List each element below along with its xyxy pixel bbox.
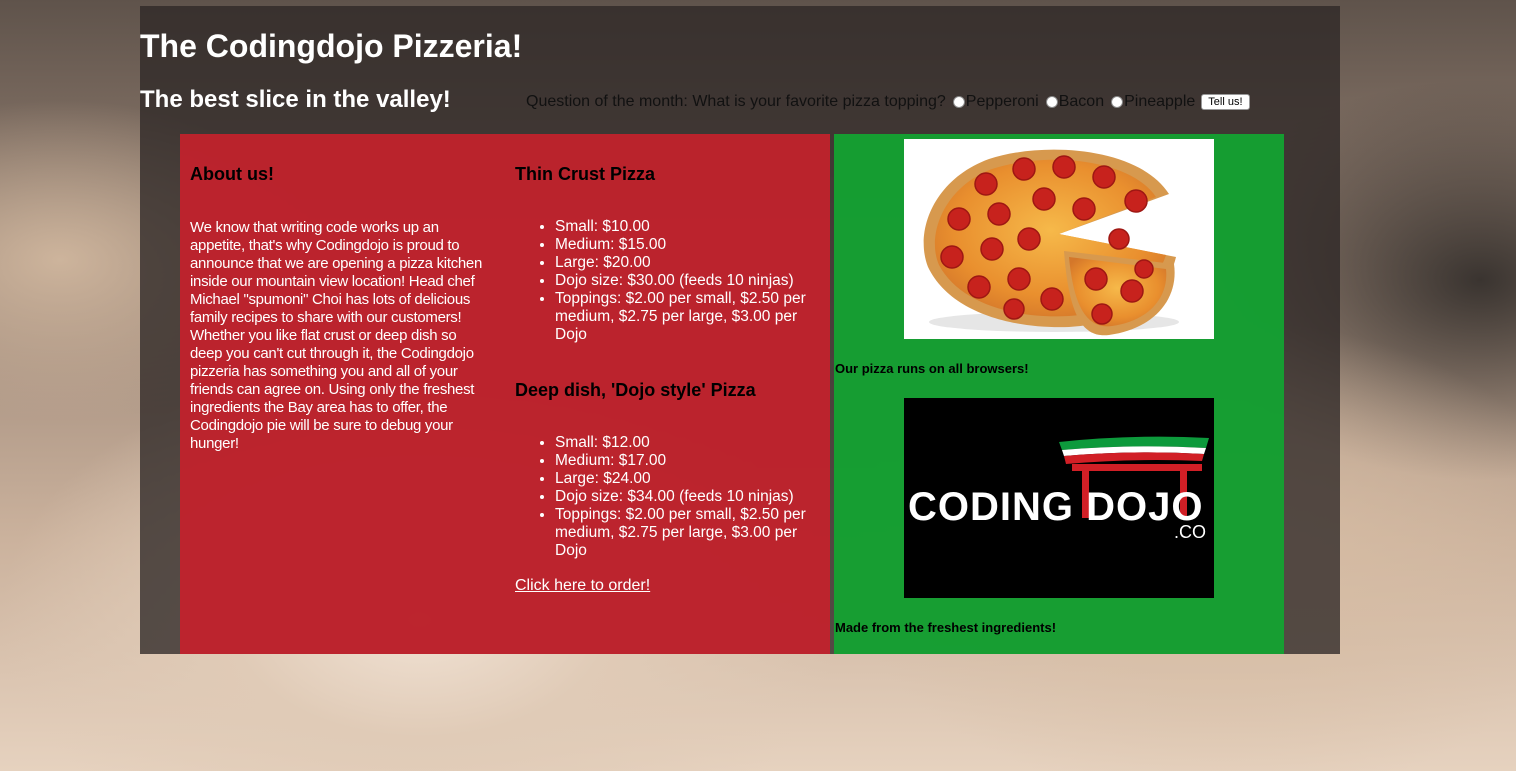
list-item: Large: $20.00 (555, 254, 825, 272)
caption-browsers: Our pizza runs on all browsers! (835, 361, 1029, 376)
poll-question: Question of the month: What is your favo… (526, 93, 946, 110)
list-item: Dojo size: $34.00 (feeds 10 ninjas) (555, 488, 825, 506)
option-pepperoni-label: Pepperoni (965, 93, 1039, 110)
logo-wordmark: CODING DOJO (908, 485, 1203, 529)
site-title: The Codingdojo Pizzeria! (140, 28, 523, 64)
caption-ingredients: Made from the freshest ingredients! (835, 620, 1057, 635)
list-item: Dojo size: $30.00 (feeds 10 ninjas) (555, 272, 825, 290)
list-item: Small: $12.00 (555, 434, 825, 452)
logo-illustration: CODING DOJO .CO (908, 436, 1209, 542)
radio-pineapple[interactable] (1111, 96, 1124, 108)
order-link[interactable]: Click here to order! (515, 577, 650, 595)
deep-dish-heading: Deep dish, 'Dojo style' Pizza (515, 380, 756, 400)
list-item: Medium: $15.00 (555, 236, 825, 254)
radio-bacon[interactable] (1045, 96, 1058, 108)
site-tagline: The best slice in the valley! (140, 86, 451, 113)
radio-pepperoni[interactable] (952, 96, 965, 108)
list-item: Medium: $17.00 (555, 452, 825, 470)
about-heading: About us! (190, 164, 274, 184)
pizza-illustration (923, 149, 1179, 336)
topping-poll: Question of the month: What is your favo… (526, 93, 1250, 111)
about-text: We know that writing code works up an ap… (190, 219, 483, 452)
option-bacon-label: Bacon (1058, 93, 1105, 110)
pizza-image (904, 139, 1214, 339)
list-item: Large: $24.00 (555, 470, 825, 488)
list-item: Small: $10.00 (555, 218, 825, 236)
logo-suffix: .CO (1174, 522, 1206, 542)
option-pineapple-label: Pineapple (1124, 93, 1196, 110)
tell-us-button[interactable]: Tell us! (1201, 94, 1250, 110)
menu-panel: About us! We know that writing code work… (180, 134, 830, 654)
deep-dish-price-list: Small: $12.00 Medium: $17.00 Large: $24.… (515, 434, 825, 560)
page-wrapper: The Codingdojo Pizzeria! The best slice … (140, 6, 1340, 654)
coding-dojo-logo: CODING DOJO .CO (904, 398, 1214, 598)
list-item: Toppings: $2.00 per small, $2.50 per med… (555, 506, 825, 560)
thin-crust-heading: Thin Crust Pizza (515, 164, 656, 184)
thin-crust-price-list: Small: $10.00 Medium: $15.00 Large: $20.… (515, 218, 825, 344)
gallery-panel: Our pizza runs on all browsers! CODING D… (834, 134, 1284, 654)
list-item: Toppings: $2.00 per small, $2.50 per med… (555, 290, 825, 344)
